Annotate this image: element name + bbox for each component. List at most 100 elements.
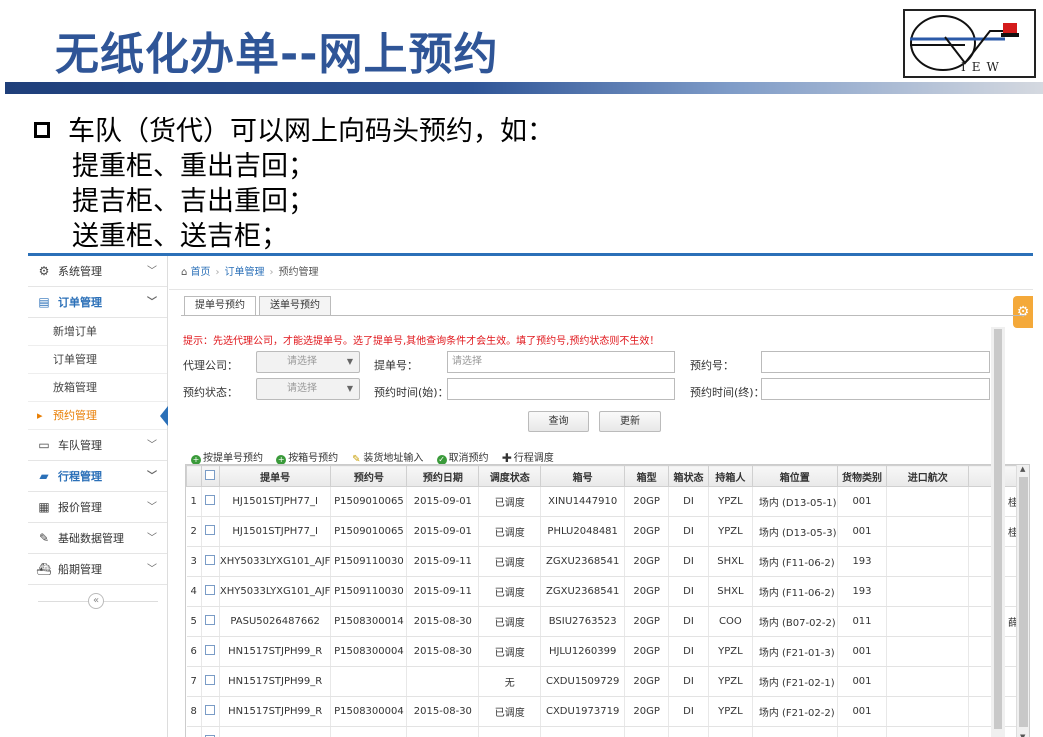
sidebar-sub-booking[interactable]: 预约管理 [28, 402, 168, 430]
checkbox[interactable] [205, 585, 216, 595]
table-cell: 2015-09-01 [406, 516, 480, 547]
tab-bl-booking[interactable]: 提单号预约 [184, 296, 256, 316]
column-header[interactable]: 箱号 [540, 465, 626, 487]
breadcrumb-sep-icon: › [269, 267, 274, 278]
sidebar-item-label: 基础数据管理 [58, 532, 124, 545]
edit-icon: ✎ [38, 531, 50, 545]
row-select[interactable] [201, 636, 220, 667]
table-row[interactable]: 5 PASU5026487662 P1508300014 2015-08-30 已调度 B… [186, 606, 1029, 637]
sidebar-sub-release[interactable]: 放箱管理 [28, 374, 167, 402]
table-cell [330, 666, 408, 697]
table-row[interactable]: 8 HN1517STJPH99_R P1508300004 2015-08-30 已调度… [186, 696, 1029, 727]
row-select[interactable] [201, 576, 220, 607]
sidebar-item-orders[interactable]: ▤ 订单管理 ﹀ [28, 287, 167, 318]
checkbox[interactable] [205, 675, 216, 685]
checkbox[interactable] [205, 495, 216, 505]
table-row[interactable]: 1 HJ1501STJPH77_I P1509010065 2015-09-01 已调度… [186, 486, 1029, 517]
column-header[interactable]: 预约日期 [406, 465, 480, 487]
query-button[interactable]: 查询 [528, 411, 589, 432]
table-cell: XINU1447910 [540, 486, 626, 517]
collapse-sidebar-icon[interactable]: « [88, 593, 104, 609]
header-select-all[interactable] [200, 465, 220, 487]
table-cell: 20GP [624, 696, 670, 727]
row-select[interactable] [201, 546, 220, 577]
sidebar-item-system[interactable]: ⚙ 系统管理 ﹀ [28, 256, 167, 287]
table-row[interactable]: 7 HN1517STJPH99_R 无 CXDU1509729 20GP DI YPZL 场内… [186, 666, 1029, 697]
book-by-bl-button[interactable]: + 按提单号预约 [191, 453, 263, 465]
sidebar-item-quotes[interactable]: ▦ 报价管理 ﹀ [28, 492, 167, 523]
sidebar-item-trips[interactable]: ▰ 行程管理 ﹀ [28, 461, 167, 492]
load-address-button[interactable]: ✎ 装货地址输入 [351, 453, 423, 465]
sidebar-sub-order-manage[interactable]: 订单管理 [28, 346, 167, 374]
table-cell: 场内 (F11-06-2) [752, 576, 838, 607]
table-cell: DI [668, 606, 709, 637]
breadcrumb-orders[interactable]: 订单管理 [225, 267, 265, 278]
row-select[interactable] [201, 486, 220, 517]
table-cell [406, 666, 480, 697]
home-icon[interactable]: ⌂ [181, 267, 187, 278]
column-header[interactable]: 预约号 [330, 465, 408, 487]
column-header[interactable]: 调度状态 [478, 465, 542, 487]
row-select[interactable] [201, 666, 220, 697]
page-scroll-thumb[interactable] [994, 329, 1002, 729]
page-scrollbar[interactable] [991, 327, 1005, 737]
column-header[interactable]: 箱位置 [751, 465, 838, 487]
tab-delivery-booking[interactable]: 送单号预约 [259, 296, 331, 316]
update-button[interactable]: 更新 [599, 411, 661, 432]
table-cell: 001 [837, 696, 888, 727]
row-select[interactable] [201, 726, 220, 737]
column-header[interactable]: 箱状态 [668, 465, 709, 487]
sidebar-item-schedule[interactable]: ⛴ 船期管理 ﹀ [28, 554, 167, 585]
breadcrumb-home[interactable]: 首页 [191, 267, 211, 278]
table-cell [886, 576, 970, 607]
scroll-up-icon[interactable]: ▲ [1020, 465, 1025, 473]
trip-dispatch-button[interactable]: ✚ 行程调度 [502, 452, 554, 464]
row-select[interactable] [201, 696, 220, 727]
booking-no-input[interactable] [761, 351, 990, 373]
column-header[interactable]: 箱型 [624, 465, 670, 487]
book-by-container-button[interactable]: + 按箱号预约 [276, 453, 338, 465]
checkbox[interactable] [205, 469, 216, 480]
sidebar-item-fleet[interactable]: ▭ 车队管理 ﹀ [28, 430, 167, 461]
table-row[interactable]: 9 HN1517STJPH99_RP15083000042015-08-30已调度… [186, 726, 1029, 737]
agent-select[interactable]: 请选择 ▼ [256, 351, 360, 373]
checkbox[interactable] [205, 525, 216, 535]
square-bullet-icon [34, 122, 50, 138]
scroll-thumb[interactable] [1019, 477, 1028, 727]
column-header[interactable]: 提单号 [218, 465, 332, 487]
table-row[interactable]: 2 HJ1501STJPH77_I P1509010065 2015-09-01 已调度… [186, 516, 1029, 547]
status-select[interactable]: 请选择 ▼ [256, 378, 360, 400]
bl-input[interactable]: 请选择 [447, 351, 675, 373]
row-select[interactable] [201, 606, 220, 637]
cancel-booking-button[interactable]: ✓ 取消预约 [436, 453, 489, 465]
checkbox[interactable] [205, 615, 216, 625]
checkbox[interactable] [205, 705, 216, 715]
table-cell: 已调度 [478, 486, 542, 517]
scroll-down-icon[interactable]: ▼ [1020, 733, 1025, 737]
table-row[interactable]: 3 XHY5033LYXG101_AJF P1509110030 2015-09-11… [186, 546, 1029, 577]
column-header[interactable]: 货物类别 [836, 465, 888, 487]
row-select[interactable] [201, 516, 220, 547]
table-cell: HN1517STJPH99_R [219, 666, 332, 697]
checkbox[interactable] [205, 645, 216, 655]
table-cell: 已调度 [478, 636, 542, 667]
start-time-input[interactable] [447, 378, 675, 400]
table-row[interactable]: 6 HN1517STJPH99_R P1508300004 2015-08-30 已调度… [186, 636, 1029, 667]
checkbox[interactable] [205, 555, 216, 565]
grid-scrollbar[interactable]: ▲ ▼ [1016, 465, 1029, 737]
column-header[interactable]: 持箱人 [707, 465, 753, 487]
table-cell: PHLU2048481 [540, 516, 626, 547]
status-select-value: 请选择 [287, 383, 317, 394]
table-row[interactable]: 4 XHY5033LYXG101_AJF P1509110030 2015-09-11… [186, 576, 1029, 607]
breadcrumb-sep-icon: › [215, 267, 220, 278]
truck-icon: ▰ [39, 469, 49, 483]
sidebar-item-basedata[interactable]: ✎ 基础数据管理 ﹀ [28, 523, 167, 554]
table-cell: 场内 (F21-01-3) [752, 636, 838, 667]
column-header[interactable]: 进口航次 [886, 465, 970, 487]
table-cell: 20GP [624, 486, 670, 517]
sidebar-sub-new-order[interactable]: 新增订单 [28, 318, 167, 346]
table-cell: SHXL [708, 576, 753, 607]
table-cell: CXDU1973719 [540, 726, 626, 737]
end-time-input[interactable] [761, 378, 990, 400]
table-cell: COO [708, 606, 753, 637]
